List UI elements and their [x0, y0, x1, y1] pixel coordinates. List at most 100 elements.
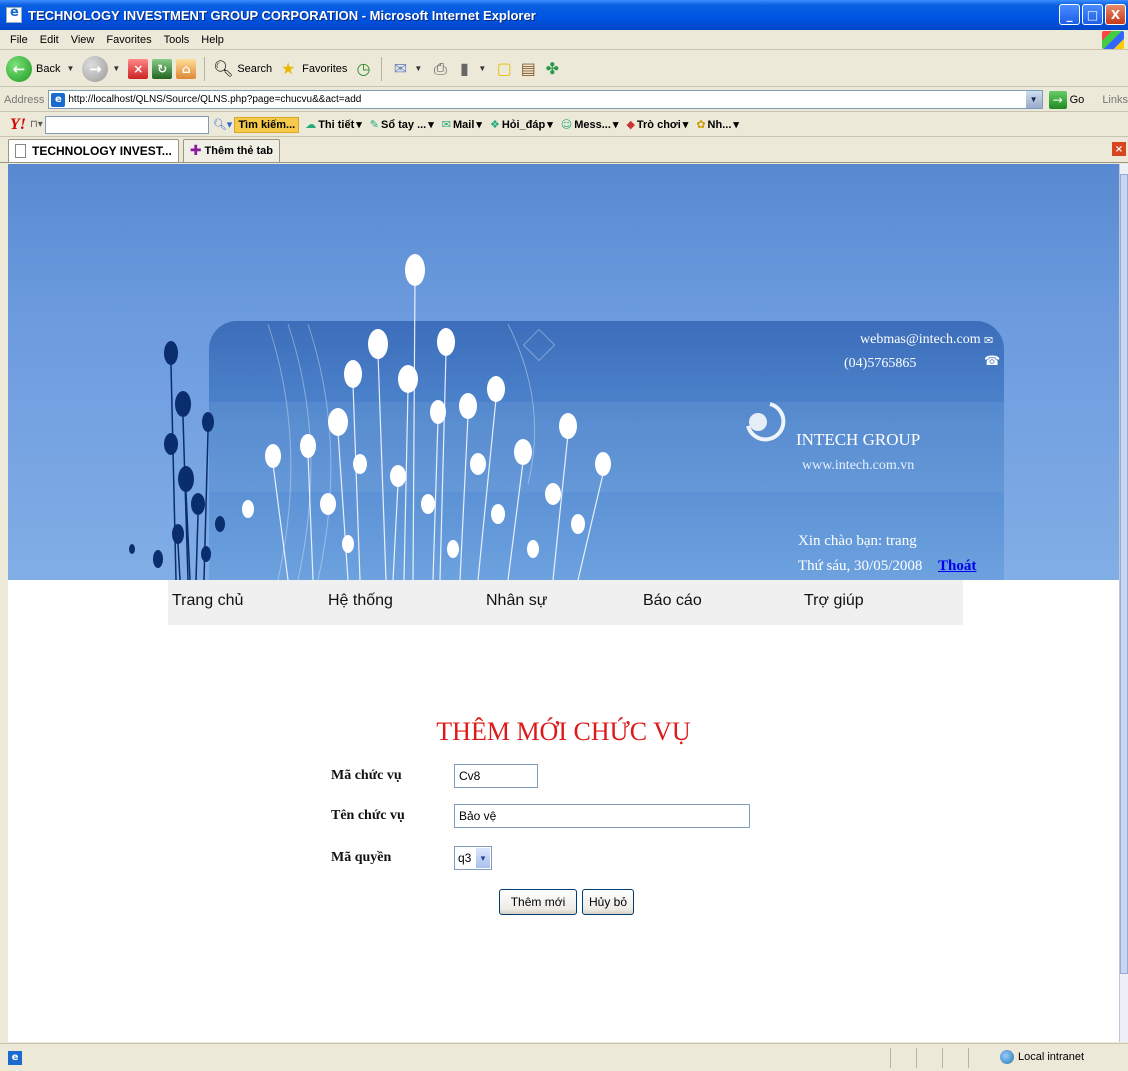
- new-tab-button[interactable]: ✚ Thêm thẻ tab: [182, 139, 280, 162]
- cancel-button[interactable]: Hủy bỏ: [582, 889, 634, 915]
- maximize-button[interactable]: □: [1082, 4, 1103, 25]
- games-icon: ◆: [626, 118, 635, 131]
- weather-icon: ☁: [305, 118, 317, 131]
- tab-active-label[interactable]: TECHNOLOGY INVEST...: [32, 144, 172, 158]
- favorites-star-icon[interactable]: ★: [278, 59, 298, 79]
- status-bar: e Local intranet: [0, 1043, 1128, 1071]
- forward-dropdown-icon[interactable]: ▼: [112, 64, 120, 73]
- yahoo-logo-icon[interactable]: Y!: [10, 116, 26, 134]
- yahoo-answers-label[interactable]: Hỏi_đáp: [502, 119, 545, 131]
- minimize-button[interactable]: _: [1059, 4, 1080, 25]
- address-url[interactable]: http://localhost/QLNS/Source/QLNS.php?pa…: [68, 94, 361, 105]
- yahoo-messenger-label[interactable]: Mess...: [574, 119, 611, 131]
- yahoo-weather[interactable]: ☁ Thi tiết ▾: [305, 118, 362, 131]
- tab-active[interactable]: TECHNOLOGY INVEST...: [8, 139, 179, 162]
- close-tab-icon[interactable]: ×: [1112, 142, 1126, 156]
- window-title: TECHNOLOGY INVESTMENT GROUP CORPORATION …: [28, 7, 536, 23]
- current-date: Thứ sáu, 30/05/2008: [798, 558, 923, 574]
- notebook-icon: ✎: [369, 118, 379, 131]
- search-icon[interactable]: 🔍︎: [213, 59, 233, 79]
- position-name-label: Tên chức vụ: [331, 808, 405, 823]
- company-website: www.intech.com.vn: [802, 458, 915, 473]
- address-input[interactable]: e http://localhost/QLNS/Source/QLNS.php?…: [48, 90, 1043, 109]
- address-dropdown-icon[interactable]: ▼: [1025, 91, 1042, 108]
- favorites-button-label[interactable]: Favorites: [302, 63, 347, 75]
- ie-window: TECHNOLOGY INVESTMENT GROUP CORPORATION …: [0, 0, 1128, 1071]
- back-button-label[interactable]: Back: [36, 63, 60, 75]
- position-name-input[interactable]: Bảo vệ: [454, 804, 750, 828]
- page-icon: [15, 144, 26, 158]
- yahoo-notebook[interactable]: ✎ Sổ tay ... ▾: [370, 118, 434, 131]
- scrollbar-thumb[interactable]: [1120, 174, 1128, 974]
- yahoo-games[interactable]: ◆ Trò chơi ▾: [626, 118, 688, 131]
- yahoo-more-label[interactable]: Nh...: [708, 119, 732, 131]
- yahoo-menu-icon[interactable]: ⊓▾: [30, 119, 43, 130]
- yahoo-notebook-label[interactable]: Sổ tay ...: [381, 119, 426, 131]
- go-label[interactable]: Go: [1070, 94, 1085, 106]
- company-name: INTECH GROUP: [796, 430, 921, 449]
- form-title: THÊM MỚI CHỨC VỤ: [436, 717, 691, 746]
- add-button[interactable]: Thêm mới: [499, 889, 577, 915]
- yahoo-more[interactable]: ✿ Nh... ▾: [696, 118, 739, 131]
- contact-phone: (04)5765865: [844, 356, 917, 371]
- yahoo-mail[interactable]: ✉ Mail ▾: [442, 118, 482, 131]
- forward-arrow-icon[interactable]: →: [82, 55, 109, 82]
- yahoo-answers[interactable]: ❖ Hỏi_đáp ▾: [490, 118, 553, 131]
- discuss-icon[interactable]: ▢: [494, 59, 514, 79]
- chevron-down-icon[interactable]: ▼: [476, 848, 490, 868]
- back-dropdown-icon[interactable]: ▼: [66, 64, 74, 73]
- mail-icon: ✉: [441, 118, 451, 131]
- search-button-label[interactable]: Search: [237, 63, 272, 75]
- mail-icon[interactable]: ✉: [390, 59, 410, 79]
- stop-icon[interactable]: ×: [128, 58, 149, 79]
- back-arrow-icon[interactable]: ←: [6, 55, 32, 82]
- nav-reports[interactable]: Báo cáo: [643, 592, 702, 610]
- nav-system[interactable]: Hệ thống: [328, 592, 393, 610]
- position-code-input[interactable]: Cv8: [454, 764, 538, 788]
- nav-home[interactable]: Trang chủ: [172, 592, 243, 610]
- history-icon[interactable]: ◷: [353, 59, 373, 79]
- yahoo-weather-label[interactable]: Thi tiết: [318, 119, 354, 131]
- menu-help[interactable]: Help: [195, 34, 230, 46]
- menu-tools[interactable]: Tools: [158, 34, 196, 46]
- mail-dropdown-icon[interactable]: ▼: [414, 64, 422, 73]
- new-tab-label[interactable]: Thêm thẻ tab: [205, 145, 273, 157]
- status-cell: [942, 1048, 968, 1068]
- permission-code-select[interactable]: q3 ▼: [454, 846, 492, 870]
- messenger-smiley-icon: ☺: [560, 118, 573, 131]
- vertical-scrollbar[interactable]: [1119, 164, 1128, 1042]
- yahoo-games-label[interactable]: Trò chơi: [637, 119, 681, 131]
- close-button[interactable]: X: [1105, 4, 1126, 25]
- research-icon[interactable]: ▤: [518, 59, 538, 79]
- menu-edit[interactable]: Edit: [34, 34, 65, 46]
- title-bar: TECHNOLOGY INVESTMENT GROUP CORPORATION …: [0, 0, 1128, 30]
- yahoo-mail-label[interactable]: Mail: [453, 119, 474, 131]
- yahoo-search-button[interactable]: Tìm kiếm...: [234, 116, 300, 133]
- envelope-icon: ✉: [984, 334, 994, 347]
- menu-file[interactable]: File: [4, 34, 34, 46]
- messenger-icon[interactable]: ✤: [542, 59, 562, 79]
- refresh-icon[interactable]: ↻: [152, 58, 173, 79]
- go-arrow-icon[interactable]: →: [1048, 90, 1067, 109]
- links-button[interactable]: Links: [1102, 94, 1128, 106]
- address-bar: Address e http://localhost/QLNS/Source/Q…: [0, 88, 1128, 112]
- user-greeting: Xin chào bạn: trang: [798, 533, 917, 549]
- status-cell: [916, 1048, 942, 1068]
- edit-dropdown-icon[interactable]: ▼: [478, 64, 486, 73]
- windows-logo-icon: [1102, 31, 1124, 49]
- yahoo-search-input[interactable]: [44, 115, 209, 134]
- flower-icon: ✿: [696, 118, 706, 131]
- plus-icon: ✚: [189, 143, 202, 159]
- go-button[interactable]: → Go: [1048, 90, 1085, 109]
- home-icon[interactable]: ⌂: [176, 58, 197, 79]
- logout-link[interactable]: Thoát: [938, 558, 976, 575]
- yahoo-search-icon[interactable]: 🔍︎▾: [213, 118, 233, 131]
- edit-icon[interactable]: ▮: [454, 59, 474, 79]
- nav-personnel[interactable]: Nhân sự: [486, 592, 547, 610]
- menu-favorites[interactable]: Favorites: [100, 34, 157, 46]
- permission-code-value[interactable]: q3: [458, 851, 471, 865]
- print-icon[interactable]: ⎙: [430, 59, 450, 79]
- nav-help[interactable]: Trợ giúp: [804, 592, 864, 610]
- yahoo-messenger[interactable]: ☺ Mess... ▾: [561, 118, 619, 131]
- menu-view[interactable]: View: [65, 34, 101, 46]
